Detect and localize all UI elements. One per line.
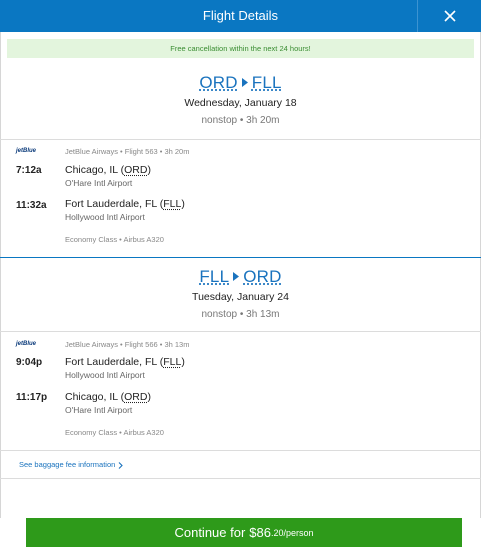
- divider: [0, 331, 481, 332]
- arrow-right-icon: [233, 272, 240, 282]
- return-depart-airport: Hollywood Intl Airport: [65, 370, 145, 380]
- divider: [0, 478, 481, 479]
- outbound-date: Wednesday, January 18: [184, 97, 297, 109]
- return-to-code[interactable]: ORD: [243, 267, 281, 286]
- outbound-depart-time: 7:12a: [16, 165, 42, 176]
- close-button[interactable]: [417, 0, 481, 32]
- return-meta: nonstop • 3h 13m: [201, 309, 280, 320]
- outbound-meta: nonstop • 3h 20m: [201, 115, 280, 126]
- airport-code[interactable]: ORD: [124, 164, 147, 176]
- outbound-to-code[interactable]: FLL: [252, 73, 282, 92]
- airport-code[interactable]: FLL: [163, 198, 181, 210]
- return-depart-city: Fort Lauderdale, FL (FLL): [65, 356, 185, 368]
- cancellation-banner: Free cancellation within the next 24 hou…: [7, 39, 474, 58]
- return-route: FLL ORD: [0, 267, 481, 287]
- baggage-fee-label[interactable]: See baggage fee information: [19, 460, 115, 469]
- continue-label[interactable]: Continue for: [174, 525, 245, 540]
- return-date: Tuesday, January 24: [192, 291, 289, 303]
- divider: [0, 450, 481, 451]
- return-flight-info: JetBlue Airways • Flight 566 • 3h 13m: [65, 340, 190, 349]
- continue-button[interactable]: Continue for $86.20/person: [26, 518, 462, 547]
- header-bar: Flight Details: [0, 0, 481, 32]
- outbound-flight-info: JetBlue Airways • Flight 563 • 3h 20m: [65, 147, 190, 156]
- outbound-arrive-time: 11:32a: [16, 200, 47, 211]
- close-icon[interactable]: [443, 10, 456, 22]
- airline-logo: jetBlue: [16, 341, 37, 347]
- outbound-from-code[interactable]: ORD: [199, 73, 237, 92]
- return-arrive-time: 11:17p: [16, 392, 48, 403]
- arrow-right-icon: [241, 78, 248, 88]
- outbound-arrive-airport: Hollywood Intl Airport: [65, 212, 145, 222]
- chevron-right-icon[interactable]: [118, 461, 124, 469]
- outbound-class-info: Economy Class • Airbus A320: [65, 235, 164, 244]
- section-divider: [0, 257, 481, 258]
- divider: [0, 139, 481, 140]
- outbound-arrive-city: Fort Lauderdale, FL (FLL): [65, 198, 185, 210]
- baggage-fee-link[interactable]: See baggage fee information: [19, 460, 124, 469]
- return-arrive-city: Chicago, IL (ORD): [65, 391, 151, 403]
- outbound-depart-city: Chicago, IL (ORD): [65, 164, 151, 176]
- outbound-route: ORD FLL: [0, 73, 481, 93]
- price-per-person[interactable]: .20/person: [271, 528, 314, 538]
- return-from-code[interactable]: FLL: [199, 267, 229, 286]
- outbound-depart-airport: O'Hare Intl Airport: [65, 178, 133, 188]
- return-arrive-airport: O'Hare Intl Airport: [65, 405, 133, 415]
- return-summary: FLL ORD Tuesday, January 24 nonstop • 3h …: [0, 267, 481, 320]
- return-class-info: Economy Class • Airbus A320: [65, 428, 164, 437]
- outbound-summary: ORD FLL Wednesday, January 18 nonstop • 3…: [0, 73, 481, 126]
- airline-logo: jetBlue: [16, 148, 37, 154]
- airport-code[interactable]: FLL: [163, 356, 181, 368]
- return-depart-time: 9:04p: [16, 357, 43, 368]
- price-amount[interactable]: $86: [249, 525, 271, 540]
- airport-code[interactable]: ORD: [124, 391, 147, 403]
- page-title: Flight Details: [202, 8, 279, 23]
